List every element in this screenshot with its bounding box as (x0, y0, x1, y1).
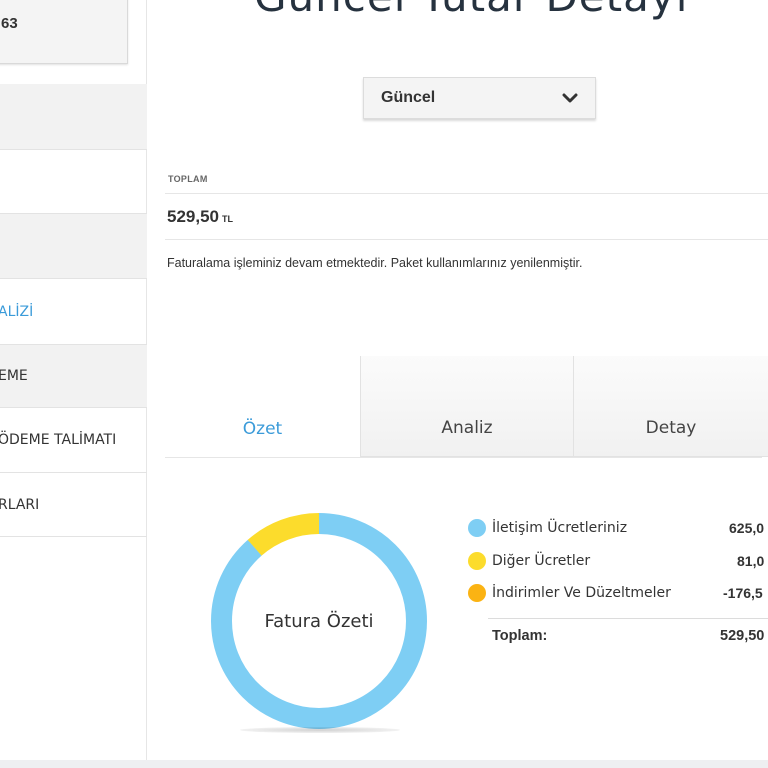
account-card-number: 63 (1, 15, 18, 32)
billing-status-message: Faturalama işleminiz devam etmektedir. P… (167, 256, 583, 270)
legend-dot (468, 584, 486, 602)
sidebar-item-payment-order-label: ÖDEME TALİMATI (0, 432, 117, 448)
legend-dot (468, 552, 486, 570)
donut-center-label: Fatura Özeti (264, 610, 374, 632)
tab-analysis-label: Analiz (441, 418, 493, 438)
legend-divider (488, 618, 768, 619)
tab-analysis[interactable]: Analiz (360, 356, 573, 457)
sidebar-item-others-label: RLARI (0, 496, 40, 513)
legend-value-other-fees: 81,0 (737, 553, 765, 569)
account-card[interactable]: 63 (0, 0, 128, 64)
legend-total-label: Toplam: (492, 628, 548, 644)
sidebar-item-others[interactable]: RLARI (0, 473, 147, 537)
total-amount: 529,50 TL (167, 207, 233, 227)
page-title: Güncel Tutar Detayı (254, 0, 688, 21)
legend-dot (468, 519, 486, 537)
sidebar-item-analysis-label: ALİZİ (0, 303, 34, 320)
legend-item-communication: İletişim Ücretleriniz (468, 518, 768, 538)
tabs-divider (165, 457, 762, 458)
chevron-down-icon (562, 92, 578, 104)
donut-shadow (240, 727, 400, 733)
legend-total-value: 529,50 (720, 628, 765, 644)
legend-label: İndirimler Ve Düzeltmeler (492, 585, 671, 601)
sidebar-item-2[interactable] (0, 150, 147, 214)
divider (165, 193, 768, 194)
period-select-value: Güncel (381, 89, 436, 106)
sidebar-item-3[interactable] (0, 214, 147, 279)
legend-value-communication: 625,0 (729, 520, 765, 536)
period-select[interactable]: Güncel (363, 77, 596, 119)
sidebar-item-1[interactable] (0, 84, 147, 150)
legend-value-discounts: -176,5 (723, 585, 763, 601)
sidebar-item-payment-order[interactable]: ÖDEME TALİMATI (0, 408, 147, 473)
tab-summary-label: Özet (242, 419, 283, 439)
sidebar-item-payment[interactable]: EME (0, 344, 147, 408)
divider (165, 239, 768, 240)
tab-summary[interactable]: Özet (165, 356, 360, 457)
legend-label: Diğer Ücretler (492, 553, 591, 569)
tab-detail[interactable]: Detay (573, 356, 768, 457)
total-amount-value: 529,50 (167, 207, 219, 226)
legend-item-other-fees: Diğer Ücretler (468, 551, 768, 571)
page-footer-bar (0, 760, 768, 768)
tab-detail-label: Detay (645, 418, 697, 438)
total-currency: TL (222, 214, 233, 224)
sidebar-item-payment-label: EME (0, 368, 28, 384)
sidebar: 63 ALİZİ EME ÖDEME TALİMATI RLARI (0, 0, 147, 760)
invoice-summary-donut: Fatura Özeti (210, 512, 428, 730)
total-label: TOPLAM (168, 174, 208, 184)
sidebar-item-analysis[interactable]: ALİZİ (0, 279, 147, 344)
legend-label: İletişim Ücretleriniz (492, 520, 628, 536)
